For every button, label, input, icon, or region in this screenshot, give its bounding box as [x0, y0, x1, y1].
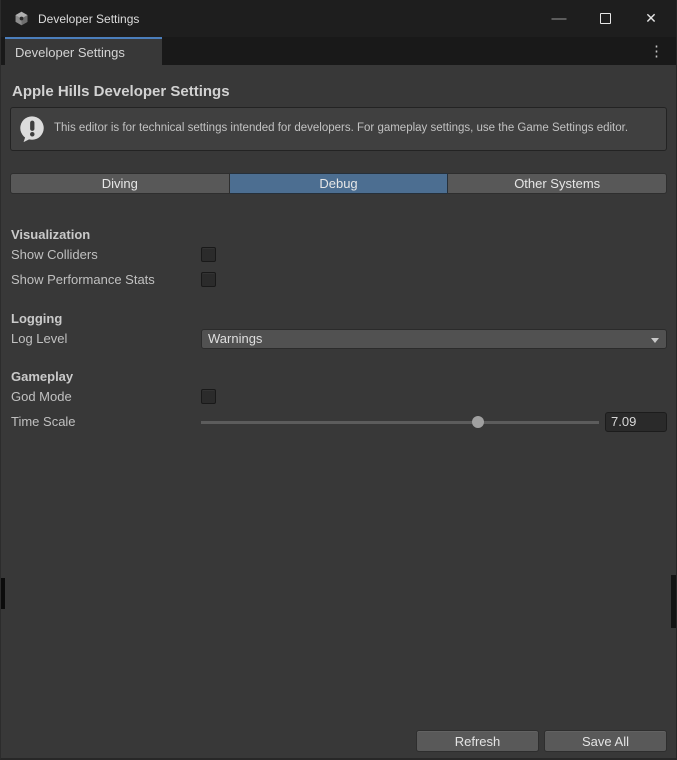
show-colliders-checkbox[interactable] [201, 247, 216, 262]
row-god-mode: God Mode [11, 384, 667, 409]
row-log-level: Log Level Warnings [11, 326, 667, 351]
kebab-icon: ⋮ [649, 42, 664, 60]
tab-menu-button[interactable]: ⋮ [649, 37, 664, 65]
field-label: God Mode [11, 389, 201, 404]
category-toolbar: Diving Debug Other Systems [10, 173, 667, 194]
info-bubble-icon [17, 114, 47, 144]
slider-track[interactable] [201, 421, 599, 424]
close-button[interactable]: ✕ [628, 0, 674, 37]
field-label: Log Level [11, 331, 201, 346]
time-scale-value-field[interactable] [605, 412, 667, 432]
show-performance-stats-checkbox[interactable] [201, 272, 216, 287]
window-title: Developer Settings [38, 12, 139, 26]
toolbar-tab-diving[interactable]: Diving [10, 173, 230, 194]
time-scale-slider-thumb[interactable] [472, 416, 484, 428]
row-show-performance-stats: Show Performance Stats [11, 267, 667, 292]
field-label: Show Performance Stats [11, 272, 201, 287]
tab-developer-settings[interactable]: Developer Settings [5, 37, 162, 65]
dropdown-value: Warnings [208, 331, 262, 346]
time-scale-slider[interactable] [201, 415, 599, 429]
minimize-button[interactable]: — [536, 0, 582, 37]
field-label: Show Colliders [11, 247, 201, 262]
footer-buttons: Refresh Save All [10, 730, 667, 758]
content-area: Apple Hills Developer Settings This edit… [1, 65, 676, 758]
god-mode-checkbox[interactable] [201, 389, 216, 404]
row-show-colliders: Show Colliders [11, 242, 667, 267]
empty-space [10, 434, 667, 730]
section-title-gameplay: Gameplay [11, 369, 667, 384]
log-level-dropdown[interactable]: Warnings [201, 329, 667, 349]
helpbox-text: This editor is for technical settings in… [54, 121, 628, 137]
field-label: Time Scale [11, 414, 201, 429]
developer-settings-window: Developer Settings — ✕ Developer Setting… [0, 0, 677, 760]
info-helpbox: This editor is for technical settings in… [10, 107, 667, 151]
unity-app-icon [13, 10, 30, 27]
section-title-logging: Logging [11, 311, 667, 326]
save-all-button[interactable]: Save All [544, 730, 667, 752]
window-controls: — ✕ [536, 0, 676, 37]
section-title-visualization: Visualization [11, 227, 667, 242]
toolbar-tab-debug[interactable]: Debug [230, 173, 449, 194]
titlebar[interactable]: Developer Settings — ✕ [1, 0, 676, 37]
toolbar-tab-other-systems[interactable]: Other Systems [448, 173, 667, 194]
maximize-icon [600, 13, 611, 24]
maximize-button[interactable] [582, 0, 628, 37]
tab-label: Developer Settings [15, 45, 125, 60]
window-edge-artifact-right [671, 575, 676, 628]
window-edge-artifact-left [1, 578, 5, 609]
chevron-down-icon [651, 338, 659, 343]
editor-tabbar: Developer Settings ⋮ [1, 37, 676, 65]
row-time-scale: Time Scale [11, 409, 667, 434]
refresh-button[interactable]: Refresh [416, 730, 539, 752]
page-title: Apple Hills Developer Settings [12, 83, 667, 100]
